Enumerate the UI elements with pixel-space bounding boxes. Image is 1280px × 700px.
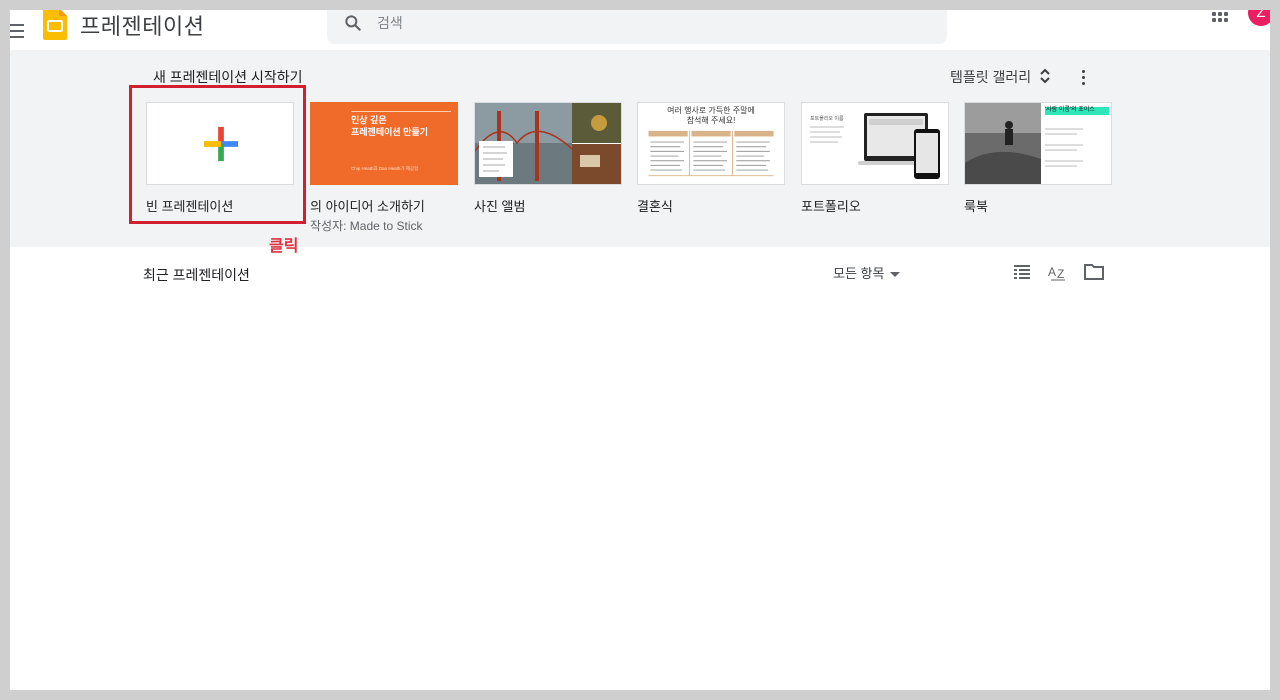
thumb-rule bbox=[351, 111, 451, 112]
owner-filter-dropdown[interactable]: 모든 항목 bbox=[833, 263, 901, 282]
app-title[interactable]: 프레젠테이션 bbox=[80, 10, 204, 41]
click-annotation-label: 클릭 bbox=[269, 238, 299, 255]
svg-text:A: A bbox=[1048, 265, 1056, 279]
template-lookbook[interactable]: '사람 이름'의 초이스 룩북 bbox=[964, 102, 1112, 215]
template-name: 빈 프레젠테이션 bbox=[146, 199, 234, 214]
template-author: 작성자: Made to Stick bbox=[310, 219, 423, 233]
template-thumbnail[interactable] bbox=[146, 102, 294, 185]
account-avatar[interactable]: Z bbox=[1248, 10, 1270, 26]
template-name: 의 아이디어 소개하기 bbox=[310, 199, 425, 214]
slides-logo-icon[interactable] bbox=[43, 10, 67, 40]
plus-icon bbox=[203, 126, 239, 162]
app-frame: 프레젠테이션 Z 새 프레젠테이션 시작하기 템플릿 갤러리 bbox=[10, 10, 1270, 690]
thumb-title: '사람 이름'의 초이스 bbox=[1045, 107, 1095, 113]
filter-label: 모든 항목 bbox=[833, 266, 885, 281]
template-blank[interactable]: 빈 프레젠테이션 bbox=[146, 102, 294, 215]
caret-down-icon bbox=[890, 272, 901, 278]
template-name: 결혼식 bbox=[637, 199, 673, 214]
devices-image bbox=[810, 113, 940, 179]
template-thumbnail[interactable]: 여러 행사로 가득한 주말에 참석해 주세요! bbox=[637, 102, 785, 185]
google-apps-icon[interactable] bbox=[1212, 10, 1230, 23]
search-input[interactable] bbox=[377, 12, 917, 34]
skateboard-photo-image bbox=[965, 103, 1109, 184]
template-thumbnail[interactable]: 포트폴리오 이름 bbox=[801, 102, 949, 185]
template-name: 사진 앨범 bbox=[474, 199, 526, 214]
more-options-icon[interactable] bbox=[1082, 70, 1086, 86]
template-portfolio[interactable]: 포트폴리오 이름 포트폴리오 bbox=[801, 102, 949, 215]
svg-text:Z: Z bbox=[1057, 267, 1064, 281]
schedule-table-image bbox=[648, 130, 774, 177]
template-photo-album[interactable]: 사진 앨범 bbox=[474, 102, 622, 215]
folder-icon[interactable] bbox=[1084, 263, 1104, 281]
template-section: 새 프레젠테이션 시작하기 템플릿 갤러리 빈 프레젠테이션 인상 깊은 프레젠… bbox=[10, 50, 1270, 247]
template-thumbnail[interactable]: '사람 이름'의 초이스 bbox=[964, 102, 1112, 185]
template-thumbnail[interactable] bbox=[474, 102, 622, 185]
search-bar[interactable] bbox=[327, 10, 947, 44]
template-name: 포트폴리오 bbox=[801, 199, 861, 214]
search-icon[interactable] bbox=[343, 13, 363, 33]
list-view-icon[interactable] bbox=[1014, 265, 1030, 279]
template-made-to-stick[interactable]: 인상 깊은 프레젠테이션 만들기 Chip Heath과 Dan Heath가 … bbox=[310, 102, 458, 234]
template-section-title: 새 프레젠테이션 시작하기 bbox=[153, 69, 303, 85]
main-menu-icon[interactable] bbox=[10, 24, 24, 38]
thumb-title: 여러 행사로 가득한 주말에 참석해 주세요! bbox=[667, 106, 755, 125]
thumb-subtitle: Chip Heath과 Dan Heath가 제공함 bbox=[351, 166, 419, 171]
photo-collage-image bbox=[475, 103, 621, 184]
template-gallery-button[interactable]: 템플릿 갤러리 bbox=[950, 67, 1031, 87]
thumb-title: 인상 깊은 프레젠테이션 만들기 bbox=[351, 115, 429, 137]
template-thumbnail[interactable]: 인상 깊은 프레젠테이션 만들기 Chip Heath과 Dan Heath가 … bbox=[310, 102, 458, 185]
sort-az-icon[interactable]: A Z bbox=[1048, 263, 1068, 283]
recent-section-title: 최근 프레젠테이션 bbox=[143, 267, 250, 283]
template-wedding[interactable]: 여러 행사로 가득한 주말에 참석해 주세요! 결혼식 bbox=[637, 102, 785, 215]
unfold-icon[interactable] bbox=[1038, 67, 1052, 85]
template-name: 룩북 bbox=[964, 199, 988, 214]
